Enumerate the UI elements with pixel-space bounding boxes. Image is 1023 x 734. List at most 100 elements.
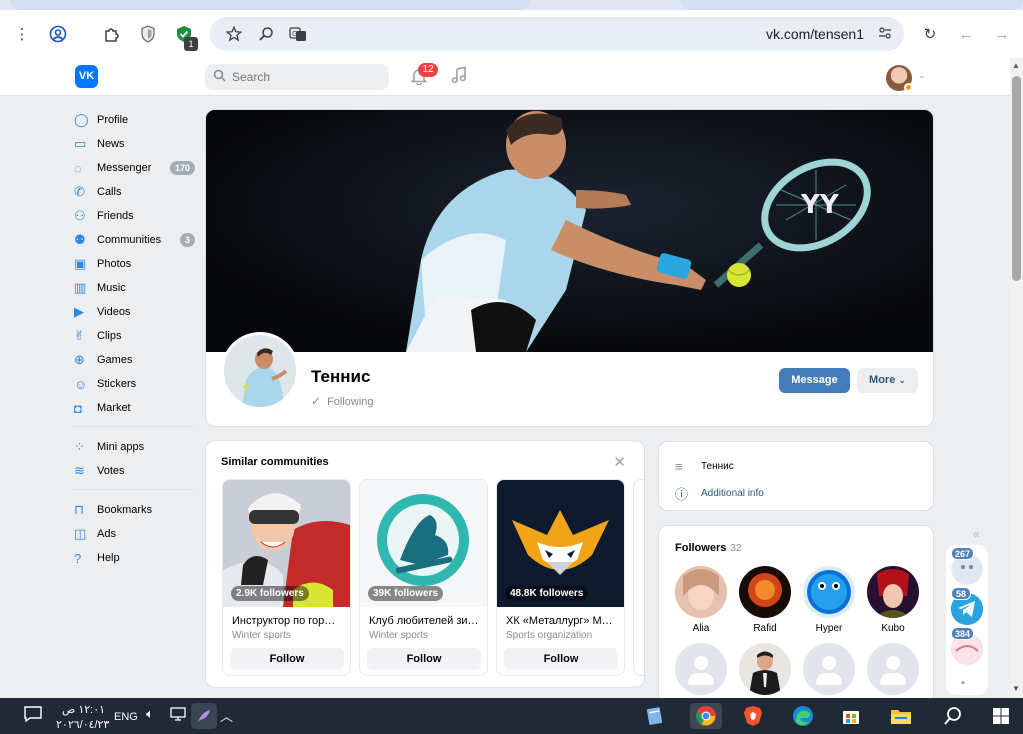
sidebar-item-videos[interactable]: ▶ Videos — [72, 300, 197, 324]
sidebar-item-music[interactable]: ▥ Music — [72, 276, 197, 300]
language-indicator[interactable]: ENG — [114, 711, 138, 723]
follower-name: Kubo — [881, 623, 905, 634]
chat-avatar[interactable]: 384 — [951, 627, 983, 665]
sidebar-item-mini-apps[interactable]: ⁘ Mini apps — [72, 435, 197, 459]
followers-block: Followers 32 Alia Rafid Hyper Kubo — [658, 525, 934, 705]
url-text[interactable]: vk.com/tensen1 — [766, 26, 864, 42]
sidebar-item-photos[interactable]: ▣ Photos — [72, 252, 197, 276]
follower[interactable] — [803, 643, 855, 695]
community-name[interactable]: ХК «Металлург» М… — [506, 615, 618, 627]
feather-app-icon[interactable] — [191, 703, 217, 729]
music-icon[interactable] — [450, 66, 468, 89]
sidebar-item-clips[interactable]: ✌ Clips — [72, 324, 197, 348]
similar-community-card[interactable]: 39K followers Клуб любителей зи… Winter … — [359, 479, 488, 676]
reload-icon[interactable]: ↻ — [920, 24, 940, 44]
tune-icon[interactable] — [876, 25, 894, 43]
sidebar-item-games[interactable]: ⊕ Games — [72, 348, 197, 372]
sidebar-item-news[interactable]: ▭ News — [72, 132, 197, 156]
notepad-app-icon[interactable] — [642, 703, 668, 729]
tab[interactable] — [680, 0, 1023, 10]
more-button[interactable]: More ⌄ — [857, 368, 918, 393]
search-input[interactable] — [232, 70, 382, 84]
menu-dots-icon[interactable]: ⋮ — [12, 24, 32, 44]
lines-icon: ≡ — [675, 459, 683, 474]
follow-button[interactable]: Follow — [367, 648, 481, 670]
chrome-app-icon[interactable] — [690, 703, 722, 729]
tab[interactable] — [10, 0, 530, 10]
chevron-down-icon[interactable]: ⌄ — [918, 70, 926, 81]
translate-icon[interactable]: G — [288, 24, 308, 44]
sidebar-item-ads[interactable]: ◫ Ads — [72, 522, 197, 546]
forward-icon[interactable]: → — [992, 24, 1012, 44]
zoom-icon[interactable] — [256, 24, 276, 44]
extensions-icon[interactable] — [102, 24, 122, 44]
follower[interactable]: Rafid — [739, 566, 791, 634]
vk-logo[interactable]: VK — [75, 65, 98, 88]
telegram-chat-avatar[interactable]: 58 — [951, 587, 983, 625]
sidebar-item-calls[interactable]: ✆ Calls — [72, 180, 197, 204]
community-header-card: YY Теннис ✓ Following Message More ⌄ — [205, 109, 934, 427]
sidebar-item-friends[interactable]: ⚇ Friends — [72, 204, 197, 228]
profile-icon[interactable] — [48, 24, 68, 44]
sidebar-item-messenger[interactable]: ◌ Messenger 170 — [72, 156, 197, 180]
community-name[interactable]: Клуб любителей зи… — [369, 615, 481, 627]
scroll-thumb[interactable] — [1012, 76, 1021, 281]
follower[interactable]: Hyper — [803, 566, 855, 634]
windows-start-icon[interactable] — [988, 703, 1014, 729]
following-status[interactable]: ✓ Following — [311, 394, 374, 408]
follow-button[interactable]: Follow — [504, 648, 618, 670]
similar-community-card[interactable]: 48.8K followers ХК «Металлург» М… Sports… — [496, 479, 625, 676]
additional-info-row[interactable]: ⓘ Additional info — [675, 484, 764, 503]
collapse-chevron-icon[interactable]: « — [973, 527, 980, 541]
profile-icon: ◯ — [74, 112, 89, 127]
community-avatar[interactable] — [221, 332, 299, 410]
store-app-icon[interactable] — [838, 703, 864, 729]
back-icon[interactable]: ← — [956, 24, 976, 44]
sidebar-item-help[interactable]: ? Help — [72, 546, 197, 570]
shield-icon[interactable] — [138, 24, 158, 44]
chat-avatar[interactable]: 267 — [951, 547, 983, 585]
sidebar-item-stickers[interactable]: ☺ Stickers — [72, 372, 197, 396]
search-box[interactable] — [205, 64, 389, 90]
follower[interactable] — [739, 643, 791, 695]
followers-count: 39K followers — [368, 586, 444, 601]
search-icon[interactable] — [940, 703, 966, 729]
follower[interactable]: Alia — [675, 566, 727, 634]
sidebar-item-profile[interactable]: ◯ Profile — [72, 108, 197, 132]
chevron-up-icon[interactable]: ︿ — [220, 706, 233, 725]
page-scrollbar[interactable]: ▲ ▼ — [1010, 58, 1023, 698]
volume-icon[interactable]: 🔈︎ — [146, 706, 154, 722]
community-name[interactable]: Инструктор по гор… — [232, 615, 344, 627]
scroll-down-icon[interactable]: ▼ — [1012, 684, 1020, 693]
chat-bubble-icon[interactable]: ▪ — [961, 677, 965, 689]
follower[interactable] — [675, 643, 727, 695]
follow-button[interactable]: Follow — [230, 648, 344, 670]
sidebar-item-votes[interactable]: ≋ Votes — [72, 459, 197, 483]
scroll-up-icon[interactable]: ▲ — [1012, 61, 1020, 70]
clock-date[interactable]: ٢٠٢٦/٠٤/٢٣ — [56, 718, 109, 731]
sidebar-item-market[interactable]: ◘ Market — [72, 396, 197, 420]
similar-community-card[interactable]: 2.9K followers Инструктор по гор… Winter… — [222, 479, 351, 676]
message-button[interactable]: Message — [779, 368, 850, 393]
sidebar-item-communities[interactable]: ⚉ Communities 3 — [72, 228, 197, 252]
notification-center-icon[interactable] — [24, 706, 42, 727]
bookmarks-icon: ⊓ — [74, 502, 85, 517]
nav-group-apps: ⁘ Mini apps ≋ Votes — [72, 435, 197, 483]
close-icon[interactable]: ✕ — [613, 453, 626, 471]
star-icon[interactable] — [224, 24, 244, 44]
similar-community-card-partial[interactable] — [633, 479, 644, 676]
user-avatar[interactable] — [886, 65, 913, 92]
followers-title[interactable]: Followers 32 — [675, 542, 741, 554]
file-explorer-app-icon[interactable] — [888, 703, 914, 729]
clock-time[interactable]: ١٢:٠١ ص — [62, 703, 105, 716]
edge-app-icon[interactable] — [790, 703, 816, 729]
follower[interactable]: Kubo — [867, 566, 919, 634]
address-bar[interactable]: G vk.com/tensen1 — [210, 17, 904, 51]
network-icon[interactable] — [170, 706, 188, 727]
default-avatar-icon — [675, 643, 727, 695]
sidebar-item-bookmarks[interactable]: ⊓ Bookmarks — [72, 498, 197, 522]
search-icon — [213, 69, 226, 85]
follower[interactable] — [867, 643, 919, 695]
brave-app-icon[interactable] — [740, 703, 766, 729]
nav-divider — [72, 426, 194, 427]
